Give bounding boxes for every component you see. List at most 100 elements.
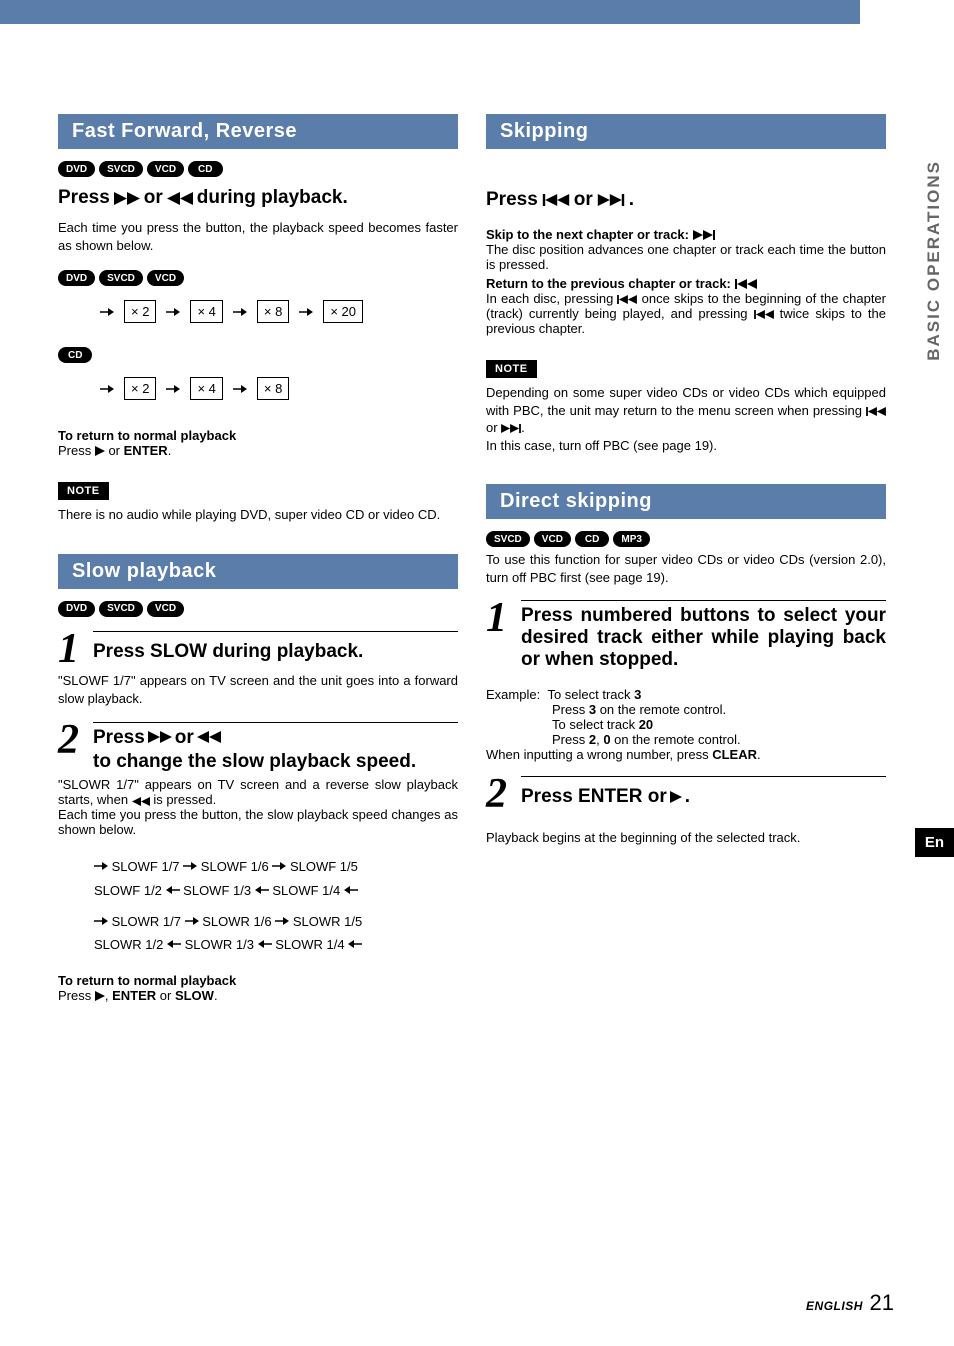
return-head-ffr: To return to normal playback <box>58 428 458 443</box>
arrow-icon <box>258 939 272 949</box>
play-icon <box>95 446 105 456</box>
heading-ffr: Fast Forward, Reverse <box>58 114 458 149</box>
step-head: Press ENTER or . <box>521 776 886 814</box>
language-tab: En <box>915 828 954 857</box>
speed-box: × 4 <box>190 377 222 400</box>
step-number: 2 <box>58 722 79 774</box>
prev-icon <box>735 279 757 289</box>
speed-box: × 20 <box>323 300 363 323</box>
sub-skip: Press or . <box>486 189 886 211</box>
badges-direct: SVCD VCD CD MP3 <box>486 531 886 547</box>
step2-body1: "SLOWR 1/7" appears on TV screen and a r… <box>58 777 458 807</box>
slow-chain-f: SLOWF 1/7 SLOWF 1/6 SLOWF 1/5 SLOWF 1/2 … <box>94 855 458 902</box>
speed-box: × 8 <box>257 377 289 400</box>
return-head-slow: To return to normal playback <box>58 973 458 988</box>
prev-body: In each disc, pressing once skips to the… <box>486 291 886 336</box>
step-head: Press SLOW during playback. <box>93 631 458 669</box>
next-icon <box>597 194 625 206</box>
step-head: Press or to change the slow playback spe… <box>93 722 458 774</box>
play-icon <box>670 791 682 803</box>
speed-box: × 2 <box>124 377 156 400</box>
badge: SVCD <box>99 161 143 177</box>
heading-direct: Direct skipping <box>486 484 886 519</box>
example-block: Example: To select track 3 Press 3 on th… <box>486 687 886 762</box>
badge: DVD <box>58 601 95 617</box>
badges-ffr2: DVD SVCD VCD <box>58 270 458 286</box>
next-body: The disc position advances one chapter o… <box>486 242 886 272</box>
speed-box: × 4 <box>190 300 222 323</box>
rew-icon <box>197 731 221 743</box>
prev-icon <box>617 295 637 304</box>
prev-icon <box>754 310 774 319</box>
prev-icon <box>542 194 570 206</box>
arrow-icon <box>185 916 199 926</box>
arrow-icon <box>272 861 286 871</box>
step1-body: "SLOWF 1/7" appears on TV screen and the… <box>58 672 458 707</box>
badge: DVD <box>58 161 95 177</box>
footer-label: ENGLISH <box>806 1299 863 1313</box>
arrow-icon <box>183 861 197 871</box>
step-head: Press numbered buttons to select your de… <box>521 600 886 671</box>
note-text-skip: Depending on some super video CDs or vid… <box>486 384 886 454</box>
speed-box: × 2 <box>124 300 156 323</box>
top-bar <box>0 0 860 24</box>
arrow-icon <box>94 861 108 871</box>
arrow-icon <box>344 885 358 895</box>
prev-head: Return to the previous chapter or track: <box>486 276 886 291</box>
badge: SVCD <box>486 531 530 547</box>
badge: CD <box>58 347 92 363</box>
badge: VCD <box>147 161 184 177</box>
arrow-icon <box>100 384 114 394</box>
return-body-ffr: Press or ENTER. <box>58 443 458 458</box>
arrow-icon <box>166 307 180 317</box>
speed-row-1: × 2 × 4 × 8 × 20 <box>100 300 458 323</box>
arrow-icon <box>299 307 313 317</box>
speed-row-2: × 2 × 4 × 8 <box>100 377 458 400</box>
arrow-icon <box>167 939 181 949</box>
arrow-icon <box>166 885 180 895</box>
prev-icon <box>866 407 886 416</box>
note-text-ffr: There is no audio while playing DVD, sup… <box>58 506 458 524</box>
section-label: BASIC OPERATIONS <box>924 160 944 361</box>
step-number: 1 <box>486 600 507 671</box>
badges-ffr3: CD <box>58 347 458 363</box>
badges-slow: DVD SVCD VCD <box>58 601 458 617</box>
arrow-icon <box>94 916 108 926</box>
step-number: 1 <box>58 631 79 669</box>
next-icon <box>501 424 521 433</box>
rew-icon <box>132 797 150 806</box>
direct-step2-body: Playback begins at the beginning of the … <box>486 830 886 845</box>
arrow-icon <box>166 384 180 394</box>
arrow-icon <box>100 307 114 317</box>
step-number: 2 <box>486 776 507 814</box>
speed-box: × 8 <box>257 300 289 323</box>
slow-chain-r: SLOWR 1/7 SLOWR 1/6 SLOWR 1/5 SLOWR 1/2 … <box>94 910 458 957</box>
arrow-icon <box>233 384 247 394</box>
note-label: NOTE <box>486 360 537 378</box>
ff-icon <box>148 731 172 743</box>
return-body-slow: Press , ENTER or SLOW. <box>58 988 458 1003</box>
badge: MP3 <box>613 531 650 547</box>
arrow-icon <box>233 307 247 317</box>
badge: VCD <box>534 531 571 547</box>
page-number: 21 <box>870 1290 894 1315</box>
note-label: NOTE <box>58 482 109 500</box>
badge: DVD <box>58 270 95 286</box>
heading-slow: Slow playback <box>58 554 458 589</box>
rew-icon <box>167 192 193 205</box>
direct-intro: To use this function for super video CDs… <box>486 551 886 586</box>
arrow-icon <box>255 885 269 895</box>
badge: VCD <box>147 601 184 617</box>
badge: SVCD <box>99 601 143 617</box>
play-icon <box>95 991 105 1001</box>
next-icon <box>693 230 715 240</box>
badge: CD <box>575 531 609 547</box>
step2-body2: Each time you press the button, the slow… <box>58 807 458 837</box>
badge: SVCD <box>99 270 143 286</box>
badges-ffr: DVD SVCD VCD CD <box>58 161 458 177</box>
footer: ENGLISH 21 <box>806 1290 894 1316</box>
body-ffr: Each time you press the button, the play… <box>58 219 458 254</box>
heading-skipping: Skipping <box>486 114 886 149</box>
next-head: Skip to the next chapter or track: <box>486 227 886 242</box>
badge: VCD <box>147 270 184 286</box>
